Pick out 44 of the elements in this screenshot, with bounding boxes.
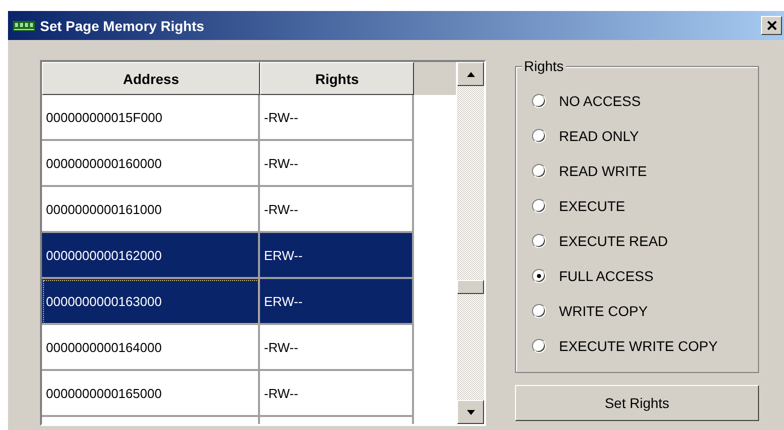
table-cell[interactable]: -RW-- — [260, 95, 414, 141]
close-icon — [766, 21, 776, 30]
radio-label[interactable]: NO ACCESS — [559, 93, 641, 109]
column-header[interactable]: Address — [42, 62, 260, 95]
up-arrow-icon — [466, 72, 474, 76]
down-arrow-icon — [466, 410, 474, 414]
radio-button[interactable] — [532, 234, 546, 248]
table-cell[interactable]: 000000000015F000 — [42, 95, 260, 141]
table-cell[interactable]: 0000000000165000 — [42, 371, 260, 417]
radio-label[interactable]: EXECUTE — [559, 198, 626, 214]
radio-button[interactable] — [532, 129, 546, 143]
scrollbar[interactable] — [457, 62, 484, 424]
table-cell[interactable]: -RW-- — [260, 371, 414, 417]
radio-label[interactable]: READ ONLY — [559, 128, 639, 144]
radio-button[interactable] — [532, 339, 546, 353]
radio-label[interactable]: EXECUTE READ — [559, 233, 668, 249]
scroll-thumb[interactable] — [457, 280, 484, 294]
group-title: Rights — [522, 58, 566, 74]
radio-label[interactable]: EXECUTE WRITE COPY — [559, 338, 718, 354]
radio-label[interactable]: FULL ACCESS — [559, 268, 654, 284]
radio-button[interactable] — [532, 164, 546, 178]
table-cell[interactable]: -RW-- — [260, 325, 414, 371]
table-cell[interactable]: ERW-- — [260, 279, 414, 325]
radio-button[interactable] — [532, 94, 546, 108]
table-cell[interactable]: 0000000000164000 — [42, 325, 260, 371]
scroll-down-button[interactable] — [457, 400, 484, 424]
table-cell[interactable]: 0000000000162000 — [42, 233, 260, 279]
radio-button[interactable] — [532, 304, 546, 318]
radio-label[interactable]: READ WRITE — [559, 163, 647, 179]
table-cell[interactable]: 0000000000163000 — [42, 279, 260, 325]
table-cell[interactable]: -RW-- — [260, 141, 414, 187]
memory-chip-icon — [13, 20, 35, 30]
window-title: Set Page Memory Rights — [40, 18, 206, 34]
table-cell[interactable]: 0000000000160000 — [42, 141, 260, 187]
table-cell[interactable]: ERW-- — [260, 233, 414, 279]
scroll-up-button[interactable] — [457, 62, 484, 86]
close-button[interactable] — [761, 16, 782, 35]
radio-button[interactable] — [532, 199, 546, 213]
radio-button[interactable] — [532, 269, 546, 283]
radio-label[interactable]: WRITE COPY — [559, 303, 648, 319]
set-rights-button[interactable]: Set Rights — [515, 385, 759, 421]
column-header[interactable]: Rights — [260, 62, 414, 95]
table-cell[interactable]: -RW-- — [260, 187, 414, 233]
table-cell[interactable]: 0000000000161000 — [42, 187, 260, 233]
